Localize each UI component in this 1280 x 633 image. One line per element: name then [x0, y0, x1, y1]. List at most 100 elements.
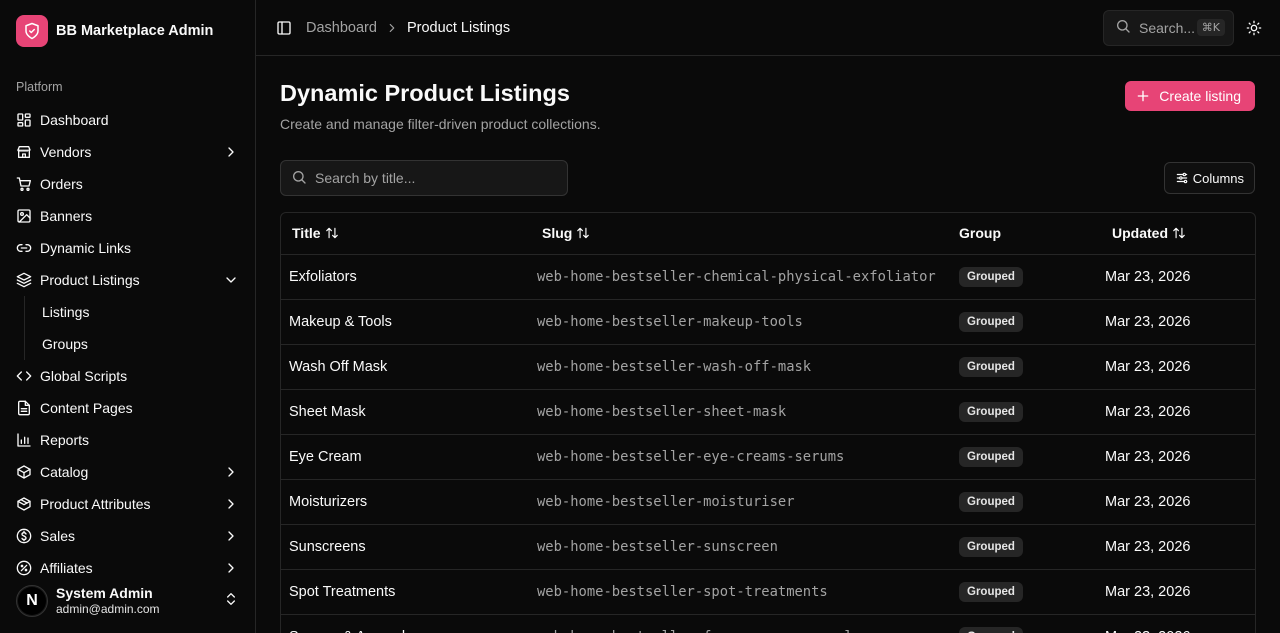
table-row[interactable]: Exfoliators web-home-bestseller-chemical-… — [281, 254, 1255, 299]
search-icon — [291, 169, 307, 188]
column-header-updated[interactable]: Updated — [1101, 213, 1255, 255]
cell-updated: Mar 23, 2026 — [1105, 583, 1191, 600]
sidebar-item-content-pages[interactable]: Content Pages — [8, 392, 247, 424]
brand[interactable]: BB Marketplace Admin — [16, 15, 255, 47]
sidebar-toggle-icon[interactable] — [274, 18, 294, 38]
section-label-platform: Platform — [16, 80, 63, 94]
sidebar-item-label: Sales — [40, 528, 76, 544]
sort-icon — [576, 226, 590, 240]
avatar-initial: N — [26, 592, 38, 609]
sidebar-item-product-attributes[interactable]: Product Attributes — [8, 488, 247, 520]
group-badge: Grouped — [959, 266, 1023, 287]
cell-title[interactable]: Serums & Ampoules — [281, 614, 531, 633]
sidebar-item-reports[interactable]: Reports — [8, 424, 247, 456]
table-row[interactable]: Sheet Mask web-home-bestseller-sheet-mask… — [281, 389, 1255, 434]
column-group-label: Group — [959, 225, 1001, 242]
cell-updated: Mar 23, 2026 — [1101, 614, 1255, 633]
sidebar-item-label: Affiliates — [40, 560, 93, 576]
cell-title[interactable]: Makeup & Tools — [281, 299, 531, 344]
global-search-button[interactable]: Search... ⌘K — [1103, 9, 1234, 46]
cell-title[interactable]: Sunscreens — [281, 524, 531, 569]
sidebar-item-label: Content Pages — [40, 400, 133, 416]
sidebar-item-label: Groups — [42, 336, 88, 352]
sidebar-item-label: Catalog — [40, 464, 89, 480]
sidebar-item-sales[interactable]: Sales — [8, 520, 247, 552]
file-icon — [16, 400, 32, 416]
chevron-down-icon — [223, 272, 239, 288]
sliders-icon — [1175, 171, 1189, 185]
sidebar-item-vendors[interactable]: Vendors — [8, 136, 247, 168]
table-row[interactable]: Moisturizers web-home-bestseller-moisturi… — [281, 479, 1255, 524]
user-name: System Admin — [56, 585, 153, 602]
table-row[interactable]: Makeup & Tools web-home-bestseller-makeup… — [281, 299, 1255, 344]
sun-icon[interactable] — [1244, 18, 1264, 38]
shield-logo-icon — [16, 15, 48, 47]
cell-group: Grouped — [951, 254, 1101, 299]
cell-updated: Mar 23, 2026 — [1105, 268, 1191, 285]
cell-updated: Mar 23, 2026 — [1105, 313, 1191, 330]
sidebar-item-listings[interactable]: Listings — [34, 296, 247, 328]
sidebar-item-label: Reports — [40, 432, 90, 448]
image-icon — [16, 208, 32, 224]
cart-icon — [16, 176, 32, 192]
sidebar-item-catalog[interactable]: Catalog — [8, 456, 247, 488]
table-row[interactable]: Eye Cream web-home-bestseller-eye-creams-… — [281, 434, 1255, 479]
sidebar-item-orders[interactable]: Orders — [8, 168, 247, 200]
chevron-right-icon — [385, 21, 399, 35]
app-name: BB Marketplace Admin — [56, 23, 214, 39]
chevron-right-icon — [223, 496, 239, 512]
code-icon — [16, 368, 32, 384]
columns-button[interactable]: Columns — [1163, 162, 1255, 194]
user-email: admin@admin.com — [56, 602, 160, 617]
sidebar-item-groups[interactable]: Groups — [34, 328, 247, 360]
chevron-right-icon — [223, 560, 239, 576]
main-content: Dashboard Product Listings Search... ⌘K — [256, 0, 1280, 633]
table-row[interactable]: Sunscreens web-home-bestseller-sunscreen G… — [281, 524, 1255, 569]
group-badge: Grouped — [959, 626, 1023, 633]
cell-title[interactable]: Eye Cream — [281, 434, 531, 479]
user-menu[interactable]: N System Admin admin@admin.com — [8, 576, 247, 626]
sidebar-item-label: Orders — [40, 176, 83, 192]
column-header-slug[interactable]: Slug — [531, 213, 951, 255]
group-badge: Grouped — [959, 491, 1023, 512]
title-search-input[interactable]: Search by title... — [280, 160, 568, 196]
cell-group: Grouped — [951, 389, 1101, 434]
create-listing-label: Create listing — [1159, 88, 1241, 104]
breadcrumb-dashboard[interactable]: Dashboard — [306, 20, 377, 36]
column-header-title[interactable]: Title — [281, 213, 531, 255]
cell-slug: web-home-bestseller-chemical-physical-ex… — [537, 268, 936, 285]
sidebar-item-label: Dynamic Links — [40, 240, 132, 256]
table-row[interactable]: Spot Treatments web-home-bestseller-spot-… — [281, 569, 1255, 614]
layers-icon — [16, 272, 32, 288]
sidebar-item-dashboard[interactable]: Dashboard — [8, 104, 247, 136]
sidebar-item-label: Product Attributes — [40, 496, 151, 512]
cell-slug: web-home-bestseller-spot-treatments — [537, 583, 828, 600]
table-row[interactable]: Serums & Ampoulesweb-home-bestseller-fac… — [281, 614, 1255, 633]
sidebar-item-global-scripts[interactable]: Global Scripts — [8, 360, 247, 392]
column-title-label: Title — [292, 225, 321, 242]
create-listing-button[interactable]: Create listing — [1125, 81, 1255, 111]
global-search-label: Search... — [1139, 19, 1196, 36]
cell-slug: web-home-bestseller-wash-off-mask — [537, 358, 812, 375]
sidebar-item-label: Listings — [42, 304, 90, 320]
cell-updated: Mar 23, 2026 — [1105, 493, 1191, 510]
page-title: Dynamic Product Listings — [280, 80, 570, 106]
table-row[interactable]: Wash Off Mask web-home-bestseller-wash-of… — [281, 344, 1255, 389]
sort-icon — [1172, 226, 1186, 240]
cell-title[interactable]: Spot Treatments — [281, 569, 531, 614]
cell-updated: Mar 23, 2026 — [1105, 448, 1191, 465]
sidebar-nav: Dashboard Vendors Orders Banners Dynamic Lin… — [8, 104, 247, 584]
cell-title[interactable]: Sheet Mask — [281, 389, 531, 434]
sidebar-item-banners[interactable]: Banners — [8, 200, 247, 232]
column-header-group: Group — [951, 213, 1101, 255]
sidebar-item-product-listings[interactable]: Product Listings — [8, 264, 247, 296]
group-badge: Grouped — [959, 446, 1023, 467]
cell-title[interactable]: Wash Off Mask — [281, 344, 531, 389]
cell-title[interactable]: Exfoliators — [281, 254, 531, 299]
cell-title[interactable]: Moisturizers — [281, 479, 531, 524]
dollar-icon — [16, 528, 32, 544]
search-icon — [1115, 18, 1131, 37]
cell-slug: web-home-bestseller-makeup-tools — [537, 313, 803, 330]
topbar: Dashboard Product Listings Search... ⌘K — [256, 0, 1280, 56]
sidebar-item-dynamic-links[interactable]: Dynamic Links — [8, 232, 247, 264]
